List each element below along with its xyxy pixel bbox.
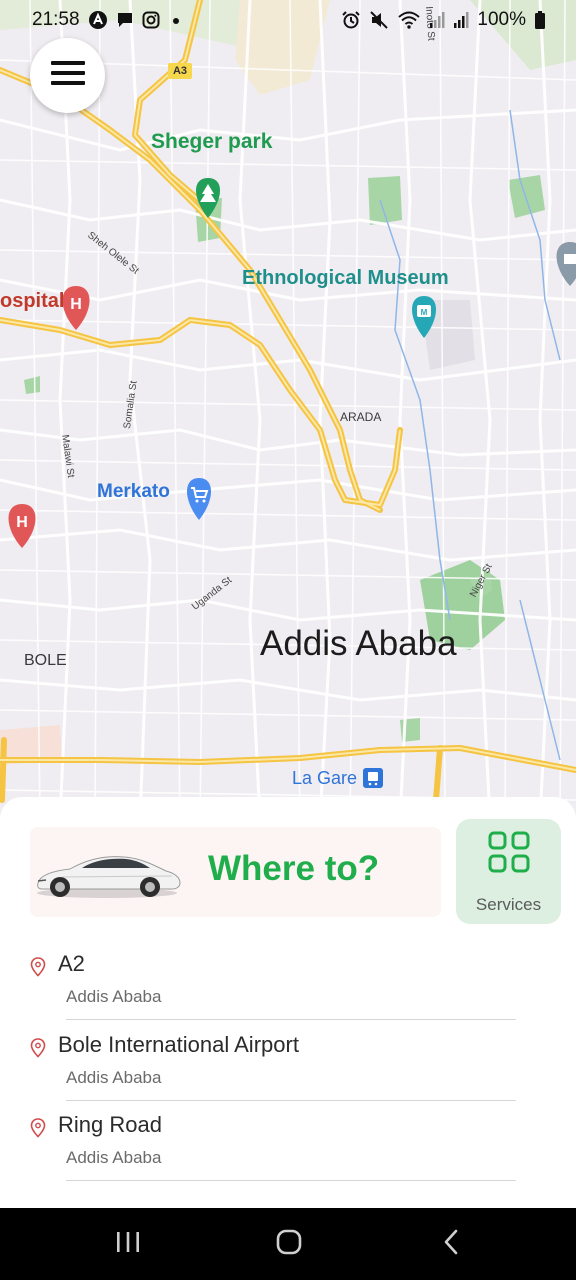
- divider: [66, 1019, 516, 1020]
- grid-icon: [488, 831, 530, 878]
- battery-icon: [534, 10, 546, 30]
- recent-place-item[interactable]: Ring Road Addis Ababa: [28, 1104, 518, 1184]
- bottom-sheet: Where to? Services A2 Addis Ababa Bole I…: [0, 797, 576, 1208]
- district-label-arada: ARADA: [340, 410, 382, 424]
- status-right: 100%: [341, 9, 546, 31]
- message-icon: [116, 11, 134, 29]
- instagram-icon: [142, 11, 160, 29]
- map-view[interactable]: M H H A3 Sheger park Ethnological Museum…: [0, 0, 576, 820]
- divider: [66, 1180, 516, 1181]
- city-label: Addis Ababa: [260, 624, 457, 663]
- map-canvas[interactable]: M H H: [0, 0, 576, 820]
- recent-place-title: Bole International Airport: [58, 1032, 299, 1057]
- where-to-label: Where to?: [208, 849, 380, 888]
- home-button[interactable]: [259, 1224, 319, 1264]
- divider: [66, 1100, 516, 1101]
- hamburger-menu-icon: [50, 61, 85, 90]
- signal-icon: [429, 11, 445, 29]
- recent-place-title: Ring Road: [58, 1112, 162, 1137]
- dot-icon: [168, 12, 184, 28]
- location-pin-icon: [30, 1038, 46, 1063]
- station-label: La Gare: [292, 768, 358, 788]
- recent-place-item[interactable]: Bole International Airport Addis Ababa: [28, 1024, 518, 1104]
- recent-apps-button[interactable]: [98, 1224, 158, 1264]
- home-icon: [275, 1228, 303, 1261]
- hospital-label: ospital: [0, 290, 65, 312]
- services-button[interactable]: Services: [456, 819, 561, 924]
- recent-place-title: A2: [58, 951, 85, 976]
- merkato-label: Merkato: [97, 481, 170, 502]
- car-icon: [32, 845, 182, 906]
- location-pin-icon: [30, 957, 46, 982]
- alarm-icon: [341, 10, 361, 30]
- back-icon: [441, 1228, 461, 1261]
- notification-a-icon: [88, 10, 108, 30]
- recent-place-subtitle: Addis Ababa: [66, 987, 162, 1006]
- recent-place-item[interactable]: A2 Addis Ababa: [28, 943, 518, 1023]
- where-to-button[interactable]: Where to?: [30, 827, 441, 917]
- svg-text:H: H: [16, 514, 28, 531]
- services-label: Services: [475, 895, 542, 914]
- status-left: 21:58: [32, 9, 184, 31]
- recent-place-subtitle: Addis Ababa: [66, 1068, 162, 1087]
- location-pin-icon: [30, 1118, 46, 1143]
- train-station-icon[interactable]: [363, 768, 383, 788]
- svg-text:H: H: [70, 296, 82, 313]
- back-button[interactable]: [421, 1224, 481, 1264]
- system-nav-bar: [0, 1208, 576, 1280]
- wifi-icon: [397, 10, 421, 30]
- svg-text:M: M: [421, 308, 428, 317]
- highway-shield: A3: [168, 63, 192, 79]
- recent-place-subtitle: Addis Ababa: [66, 1148, 162, 1167]
- mute-icon: [369, 10, 389, 30]
- status-time: 21:58: [32, 9, 80, 30]
- district-label-bole: BOLE: [24, 652, 67, 669]
- status-bar: 21:58 100%: [0, 0, 576, 40]
- recent-apps-icon: [115, 1230, 141, 1259]
- park-label: Sheger park: [151, 130, 273, 153]
- museum-label: Ethnological Museum: [242, 267, 449, 289]
- battery-percent: 100%: [477, 9, 526, 30]
- signal-icon: [453, 11, 469, 29]
- menu-button[interactable]: [30, 38, 105, 113]
